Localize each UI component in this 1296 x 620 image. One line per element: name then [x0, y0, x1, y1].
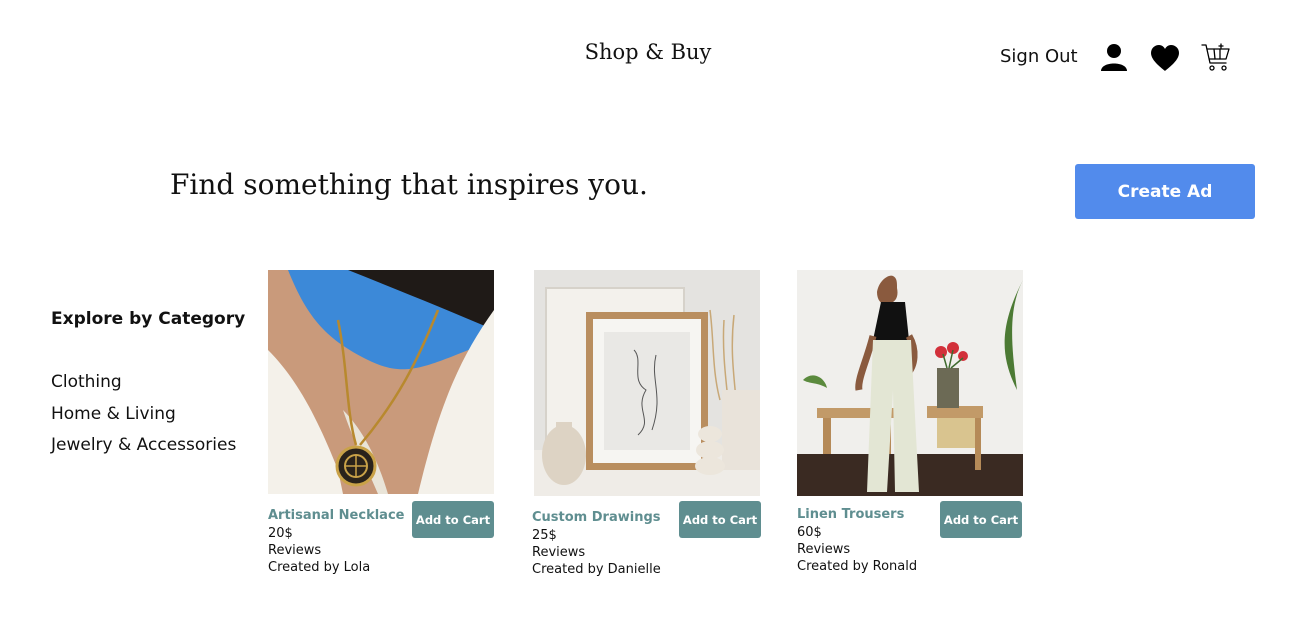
sign-out-link[interactable]: Sign Out [1000, 46, 1078, 67]
add-to-cart-button[interactable]: Add to Cart [940, 501, 1022, 538]
product-creator: Created by Ronald [797, 559, 918, 574]
category-item-home-living[interactable]: Home & Living [51, 402, 236, 434]
cart-icon[interactable] [1200, 42, 1232, 74]
product-creator: Created by Lola [268, 560, 371, 575]
product-creator: Created by Danielle [532, 562, 661, 577]
product-image[interactable] [268, 270, 494, 494]
category-item-clothing[interactable]: Clothing [51, 370, 236, 402]
category-item-jewelry-accessories[interactable]: Jewelry & Accessories [51, 433, 236, 465]
product-reviews[interactable]: Reviews [268, 542, 321, 559]
product-card-drawings: Custom Drawings 25$ Reviews Created by D… [532, 270, 761, 580]
product-name[interactable]: Custom Drawings [532, 510, 661, 525]
user-icon[interactable] [1099, 42, 1129, 72]
add-to-cart-button[interactable]: Add to Cart [412, 501, 494, 538]
product-card-trousers: Linen Trousers 60$ Reviews Created by Ro… [797, 270, 1023, 580]
product-card-necklace: Artisanal Necklace 20$ Reviews Created b… [268, 270, 494, 580]
product-reviews[interactable]: Reviews [797, 541, 850, 558]
create-ad-button[interactable]: Create Ad [1075, 164, 1255, 219]
product-name[interactable]: Artisanal Necklace [268, 508, 404, 523]
product-name[interactable]: Linen Trousers [797, 507, 904, 522]
product-image[interactable] [534, 270, 760, 496]
category-heading: Explore by Category [51, 309, 246, 329]
category-list: Clothing Home & Living Jewelry & Accesso… [51, 370, 236, 465]
product-reviews[interactable]: Reviews [532, 544, 585, 561]
product-price: 60$ [797, 525, 822, 540]
heart-icon[interactable] [1150, 44, 1180, 72]
add-to-cart-button[interactable]: Add to Cart [679, 501, 761, 538]
product-price: 25$ [532, 528, 557, 543]
product-image[interactable] [797, 270, 1023, 496]
page-headline: Find something that inspires you. [170, 168, 648, 201]
product-price: 20$ [268, 526, 293, 541]
